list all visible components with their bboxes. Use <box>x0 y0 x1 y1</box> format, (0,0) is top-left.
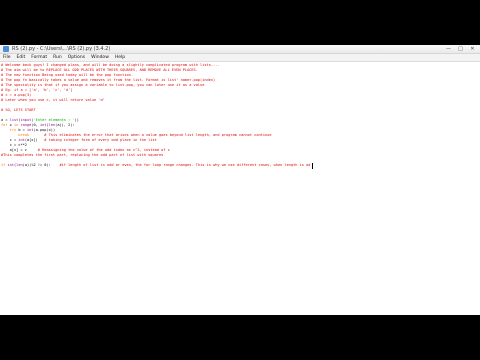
window-title: RS (2).py - C:\Users\...\RS (2).py (3.4.… <box>12 46 111 52</box>
minimize-button[interactable]: — <box>445 46 452 52</box>
code-token: a[x] = c <box>1 148 38 152</box>
text-cursor <box>312 162 313 169</box>
letterbox-top <box>0 0 480 45</box>
menu-bar: File Edit Format Run Options Window Help <box>0 54 480 62</box>
code-token: # The aim will be to REPLACE ALL ODD PLA… <box>1 68 198 72</box>
code-line: # SO, LETS START <box>1 108 36 113</box>
window-controls: — □ ✕ <box>445 46 476 52</box>
menu-edit[interactable]: Edit <box>17 54 26 61</box>
code-token: range <box>20 123 32 127</box>
code-token: # c = a.pop(3) <box>1 93 32 97</box>
code-token: # Reassigning the value of the odd index… <box>37 148 170 152</box>
code-token: # taking integer form of every odd place… <box>44 138 157 142</box>
code-token: a = <box>1 118 10 122</box>
python-app-icon <box>3 46 9 52</box>
code-token: (a)), 2): <box>55 123 75 127</box>
code-token: )) <box>74 118 79 122</box>
code-token: # Later when you use c, it will return v… <box>1 98 105 102</box>
code-token: b = <box>16 128 27 132</box>
letterbox-bottom <box>0 315 480 360</box>
code-token: (0, <box>31 123 40 127</box>
code-editor[interactable]: # Welcome back guys! I changed plans, an… <box>0 62 480 315</box>
code-token: break <box>18 133 30 137</box>
code-token: (a.pop(x)) <box>33 128 56 132</box>
code-token: list <box>9 118 19 122</box>
menu-window[interactable]: Window <box>91 54 109 61</box>
code-token: #if length of list is odd or even, the f… <box>59 163 311 167</box>
code-token: # The new function Being used today will… <box>1 73 133 77</box>
code-token: # This eliminates the error that arises … <box>44 133 272 137</box>
code-token: # SO, LETS START <box>1 108 36 112</box>
code-token: (a))%2 != 0): <box>22 163 60 167</box>
menu-format[interactable]: Format <box>31 54 47 61</box>
code-line: if int(len(a))%2 != 0): #if length of li… <box>1 162 313 169</box>
code-token: c = c**2 <box>1 143 27 147</box>
code-token: # The speciality is that if you assign a… <box>1 83 205 87</box>
code-token: # The pop fn basically takes a value and… <box>1 78 216 82</box>
code-line: # Later when you use c, it will return v… <box>1 98 105 103</box>
code-token: #This completes the first part, replacin… <box>1 153 164 157</box>
menu-run[interactable]: Run <box>53 54 62 61</box>
code-token: (a[x]) <box>24 138 45 142</box>
title-bar[interactable]: RS (2).py - C:\Users\...\RS (2).py (3.4.… <box>0 45 480 54</box>
code-token: c = <box>1 138 19 142</box>
code-line: #This completes the first part, replacin… <box>1 153 163 158</box>
menu-help[interactable]: Help <box>115 54 125 61</box>
menu-file[interactable]: File <box>3 54 11 61</box>
code-token: 'Enter elements : ' <box>33 118 75 122</box>
code-token: input <box>20 118 32 122</box>
code-token: # Welcome back guys! I changed plans, an… <box>1 63 220 67</box>
maximize-button[interactable]: □ <box>457 46 464 52</box>
close-button[interactable]: ✕ <box>469 46 476 52</box>
code-token: # Eg. if a = ['a', 'b', 'c', 'd'] <box>1 88 73 92</box>
menu-options[interactable]: Options <box>68 54 85 61</box>
idle-editor-window: RS (2).py - C:\Users\...\RS (2).py (3.4.… <box>0 45 480 315</box>
